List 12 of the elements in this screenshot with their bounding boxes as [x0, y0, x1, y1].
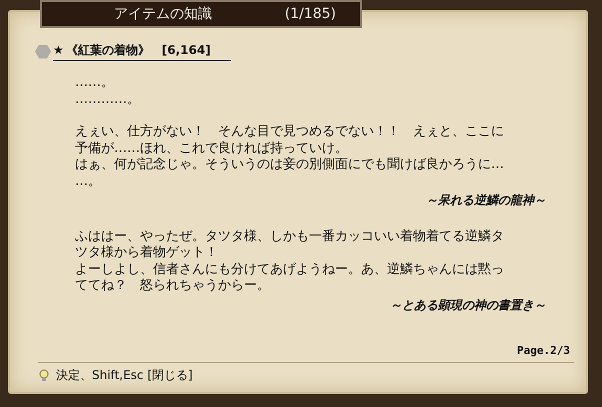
help-text: 決定、Shift,Esc [閉じる] [56, 367, 193, 384]
lightbulb-icon [38, 368, 50, 382]
item-heading: ★ 《紅葉の着物》 [6,164] [53, 42, 231, 61]
signature-text: ～とある顕現の神の書置き～ [389, 296, 546, 313]
gem-icon [35, 44, 51, 58]
item-count: (1/185) [284, 6, 336, 22]
dialogue-paragraph: ふははー、やったぜ。タツタ様、しかも一番カッコいい着物着てる逆鱗タ ツタ様から着物ゲット！ よーしよし、信者さんにも分けてあげようねー。あ、逆鱗ちゃんには黙っ ててね？ 怒られちゃうからー。 [75, 228, 505, 294]
window-title: アイテムの知識 [114, 5, 212, 23]
page-number: Page.2/3 [517, 344, 570, 357]
signature-text: ～呆れる逆鱗の龍神～ [425, 192, 546, 208]
dialogue-paragraph: えぇい、仕方がない！ そんな目で見つめるでない！！ えぇと、ここに 予備が……ほれ、これで良ければ持っていけ。 はぁ、何が記念じゃ。そういうのは妾の別側面にでも聞けば良かろうに… …。 [75, 124, 505, 190]
dialogue-paragraph: ……。 …………。 [75, 75, 141, 108]
